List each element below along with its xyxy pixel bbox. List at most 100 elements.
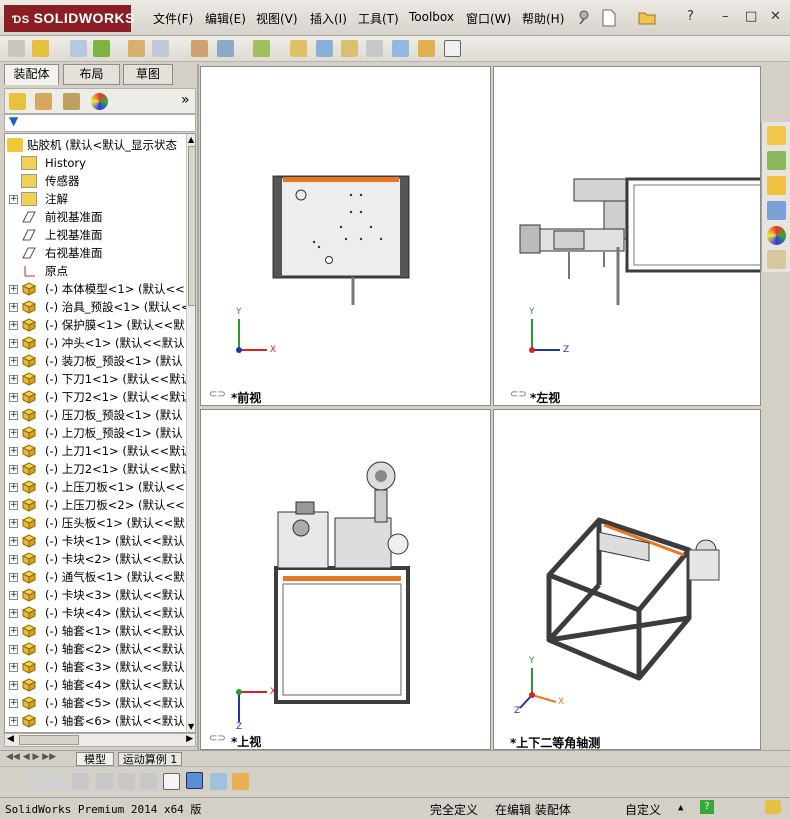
tree-item[interactable]: + (-) 上压刀板<2> (默认<<: [5, 496, 186, 514]
tree-item[interactable]: + (-) 卡块<4> (默认<<默认: [5, 604, 186, 622]
close-button[interactable]: ✕: [770, 9, 781, 24]
tab-nav-arrows[interactable]: ◀◀ ◀ ▶ ▶▶: [6, 752, 56, 762]
tree-item[interactable]: + (-) 通气板<1> (默认<<默: [5, 568, 186, 586]
show-hidden-icon[interactable]: [290, 40, 307, 57]
tree-item[interactable]: + (-) 轴套<1> (默认<<默认: [5, 622, 186, 640]
expand-toggle-icon[interactable]: +: [9, 465, 18, 474]
expand-toggle-icon[interactable]: +: [9, 501, 18, 510]
edit-part-icon[interactable]: [28, 773, 45, 790]
pin-icon[interactable]: [575, 8, 593, 26]
minimize-button[interactable]: –: [722, 9, 729, 24]
tree-item[interactable]: + (-) 轴套<4> (默认<<默认: [5, 676, 186, 694]
link-views-icon[interactable]: ⊂⊃: [510, 389, 527, 400]
move-component-icon[interactable]: [253, 40, 270, 57]
reference-geometry-icon[interactable]: [341, 40, 358, 57]
tree-vertical-scrollbar[interactable]: ▲ ▼: [186, 134, 195, 732]
mate-icon[interactable]: [128, 40, 145, 57]
tree-root[interactable]: 贴胶机 (默认<默认_显示状态: [5, 136, 186, 154]
tree-item[interactable]: + (-) 卡块<1> (默认<<默认: [5, 532, 186, 550]
pane-splitter[interactable]: [197, 64, 199, 750]
expand-toggle-icon[interactable]: +: [9, 609, 18, 618]
copy-icon[interactable]: [96, 773, 113, 790]
assembly-icon[interactable]: [32, 40, 49, 57]
expand-toggle-icon[interactable]: +: [9, 429, 18, 438]
expand-toggle-icon[interactable]: +: [9, 303, 18, 312]
tree-item[interactable]: 右视基准面: [5, 244, 186, 262]
scroll-down-icon[interactable]: ▼: [188, 722, 194, 731]
configuration-manager-icon[interactable]: [63, 93, 80, 110]
tree-item[interactable]: + (-) 轴套<3> (默认<<默认: [5, 658, 186, 676]
appearances-icon[interactable]: [767, 226, 786, 245]
assembly-features-icon[interactable]: [316, 40, 333, 57]
new-document-icon[interactable]: [600, 8, 618, 27]
expand-toggle-icon[interactable]: +: [9, 681, 18, 690]
expand-toggle-icon[interactable]: +: [9, 195, 18, 204]
property-manager-icon[interactable]: [35, 93, 52, 110]
open-folder-icon[interactable]: [637, 8, 656, 26]
expand-toggle-icon[interactable]: +: [9, 645, 18, 654]
tree-item[interactable]: + (-) 装刀板_预設<1> (默认: [5, 352, 186, 370]
expand-toggle-icon[interactable]: +: [9, 573, 18, 582]
tree-item[interactable]: 传感器: [5, 172, 186, 190]
tree-item[interactable]: + (-) 卡块<2> (默认<<默认: [5, 550, 186, 568]
tree-item[interactable]: + (-) 治具_预設<1> (默认<<: [5, 298, 186, 316]
custom-properties-icon[interactable]: [767, 250, 786, 269]
expand-toggle-icon[interactable]: +: [9, 375, 18, 384]
units-dropdown-arrow-icon[interactable]: ▲: [678, 803, 683, 813]
expand-toggle-icon[interactable]: +: [9, 663, 18, 672]
edit-component-icon[interactable]: [70, 40, 87, 57]
units-dropdown[interactable]: 自定义: [625, 801, 661, 818]
tab-assembly[interactable]: 装配体: [4, 64, 59, 85]
tree-item[interactable]: + (-) 压刀板_预設<1> (默认: [5, 406, 186, 424]
link-views-icon[interactable]: ⊂⊃: [209, 733, 226, 744]
tree-item[interactable]: 前视基准面: [5, 208, 186, 226]
scroll-up-icon[interactable]: ▲: [188, 135, 194, 144]
expand-toggle-icon[interactable]: +: [9, 357, 18, 366]
expand-toggle-icon[interactable]: +: [9, 717, 18, 726]
tree-item[interactable]: 上视基准面: [5, 226, 186, 244]
draw-icon[interactable]: [50, 773, 67, 790]
file-explorer-icon[interactable]: [767, 176, 786, 195]
tree-item[interactable]: History: [5, 154, 186, 172]
filter-bar[interactable]: ▼: [4, 114, 196, 132]
expand-toggle-icon[interactable]: +: [9, 339, 18, 348]
tree-item[interactable]: + (-) 轴套<5> (默认<<默认: [5, 694, 186, 712]
table-icon[interactable]: [118, 773, 135, 790]
tree-item[interactable]: + (-) 下刀2<1> (默认<<默认: [5, 388, 186, 406]
bill-of-materials-icon[interactable]: [392, 40, 409, 57]
menu-tools[interactable]: 工具(T): [358, 10, 399, 27]
scroll-left-icon[interactable]: ◀: [7, 734, 14, 744]
grid-view-icon[interactable]: [210, 773, 227, 790]
menu-help[interactable]: 帮助(H): [522, 10, 564, 27]
link-views-icon[interactable]: ⊂⊃: [209, 389, 226, 400]
scroll-thumb[interactable]: [188, 146, 195, 306]
filter-icon[interactable]: ▼: [9, 114, 18, 128]
home-icon[interactable]: [767, 126, 786, 145]
menu-window[interactable]: 窗口(W): [466, 10, 511, 27]
help-status-icon[interactable]: ?: [700, 800, 714, 814]
menu-toolbox[interactable]: Toolbox: [409, 10, 454, 24]
tree-item[interactable]: + (-) 本体模型<1> (默认<<: [5, 280, 186, 298]
viewport-front[interactable]: Y X ⊂⊃ *前视: [200, 66, 491, 406]
expand-toggle-icon[interactable]: +: [9, 285, 18, 294]
tree-item[interactable]: + (-) 保护膜<1> (默认<<默: [5, 316, 186, 334]
feature-manager-icon[interactable]: [9, 93, 26, 110]
expand-toggle-icon[interactable]: +: [9, 321, 18, 330]
tree-item[interactable]: + (-) 轴套<6> (默认<<默认: [5, 712, 186, 730]
view-palette-icon[interactable]: [767, 201, 786, 220]
expand-toggle-icon[interactable]: +: [9, 483, 18, 492]
tree-item[interactable]: + (-) 压头板<1> (默认<<默: [5, 514, 186, 532]
menu-insert[interactable]: 插入(I): [310, 10, 347, 27]
tab-model[interactable]: 模型: [76, 752, 114, 766]
restore-button[interactable]: □: [745, 9, 757, 24]
expand-toggle-icon[interactable]: +: [9, 447, 18, 456]
menu-file[interactable]: 文件(F): [153, 10, 193, 27]
new-motion-study-icon[interactable]: [366, 40, 383, 57]
tree-horizontal-scrollbar[interactable]: ◀ ▶: [4, 733, 196, 747]
dimension-icon[interactable]: [140, 773, 157, 790]
tab-sketch[interactable]: 草图: [123, 64, 173, 85]
smart-fasteners-icon[interactable]: [217, 40, 234, 57]
tag-icon[interactable]: [765, 800, 781, 814]
display-manager-icon[interactable]: [91, 93, 108, 110]
expand-toggle-icon[interactable]: +: [9, 393, 18, 402]
